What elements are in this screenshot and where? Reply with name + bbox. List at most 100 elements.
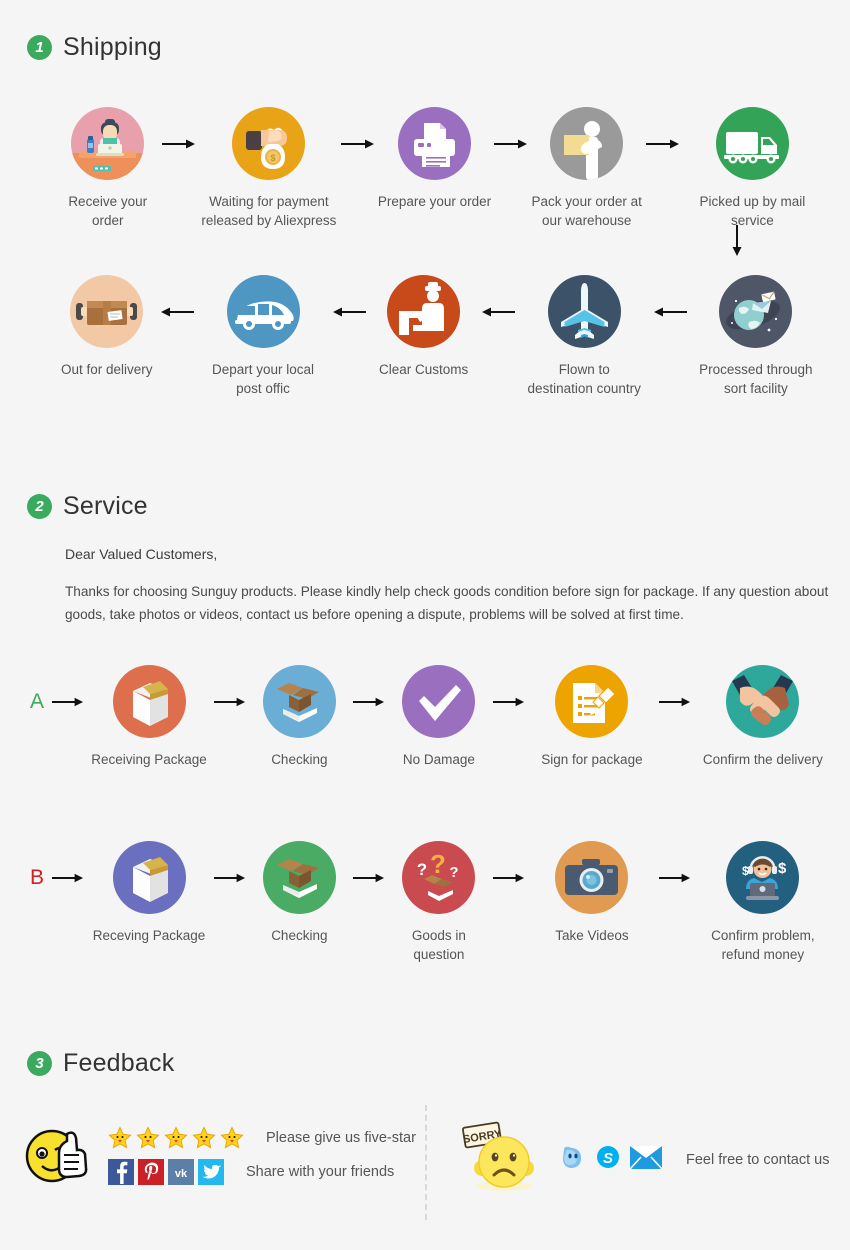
- section-badge-1: 1: [27, 35, 52, 60]
- camera-icon: [555, 841, 629, 914]
- step-caption: Confirm problem, refund money: [711, 928, 815, 963]
- handshake-icon: [726, 665, 800, 738]
- flow-arrow-left-icon: [331, 275, 366, 348]
- step-depart-your-local-post-office: Depart your local post offic: [195, 275, 331, 398]
- service-title: Service: [63, 492, 148, 520]
- email-icon[interactable]: [629, 1145, 663, 1174]
- flow-arrow-left-icon: [481, 275, 516, 348]
- step-caption: Prepare your order: [377, 194, 492, 209]
- rating-and-share-block: Please give us five-star vk Share with y…: [108, 1126, 416, 1185]
- step-receiving-package-a: Receiving Package: [89, 665, 209, 769]
- step-caption: Confirm the delivery: [702, 752, 823, 767]
- contact-icons[interactable]: S: [560, 1144, 663, 1175]
- svg-text:$: $: [742, 864, 749, 878]
- shipping-section-header: 1 Shipping: [27, 33, 162, 62]
- step-out-for-delivery: Out for delivery: [54, 275, 160, 379]
- svg-text:vk: vk: [175, 1168, 188, 1180]
- share-text: Share with your friends: [246, 1164, 395, 1180]
- down-arrow-icon: [731, 225, 743, 262]
- aliwangwang-icon[interactable]: [560, 1144, 586, 1175]
- step-confirm-problem-refund-money: $ $ Confirm problem, refund money: [696, 841, 830, 964]
- step-caption: Pack your order at our warehouse: [531, 194, 642, 229]
- flow-arrow-right-icon: [48, 841, 89, 914]
- flow-arrow-right-icon: [488, 665, 529, 738]
- warehouse-worker-icon: [550, 107, 624, 180]
- step-caption: Take Videos: [555, 928, 629, 943]
- svg-text:?: ?: [417, 860, 427, 879]
- service-flow-row-b: B Receving Package Checking ? ? ? Goods …: [30, 841, 830, 964]
- open-box-icon: [262, 665, 336, 738]
- step-checking-b: Checking: [250, 841, 348, 945]
- social-links[interactable]: vk: [108, 1159, 224, 1185]
- desk-worker-icon: [71, 107, 145, 180]
- section-badge-3: 3: [27, 1051, 52, 1076]
- truck-icon: [715, 107, 789, 180]
- star-rating[interactable]: [108, 1126, 244, 1150]
- flow-arrow-right-icon: [655, 665, 696, 738]
- step-caption: Clear Customs: [378, 362, 469, 377]
- money-bag-hand-icon: $: [232, 107, 306, 180]
- step-goods-in-question: ? ? ? Goods in question: [390, 841, 488, 964]
- step-caption: Receving Package: [92, 928, 206, 943]
- svg-text:$: $: [778, 860, 787, 877]
- step-caption: Receiving Package: [91, 752, 207, 767]
- parcel-delivery-icon: [70, 275, 144, 348]
- flow-arrow-right-icon: [655, 841, 696, 914]
- step-take-videos: Take Videos: [529, 841, 654, 945]
- twitter-icon[interactable]: [198, 1159, 224, 1185]
- flow-arrow-right-icon: [48, 665, 89, 738]
- step-no-damage: No Damage: [390, 665, 488, 769]
- delivery-van-icon: [226, 275, 300, 348]
- customs-officer-icon: [387, 275, 461, 348]
- step-caption: Checking: [271, 928, 328, 943]
- shipping-title: Shipping: [63, 33, 162, 61]
- step-caption: Picked up by mail service: [699, 194, 806, 229]
- step-picked-up-by-mail-service: Picked up by mail service: [681, 107, 824, 230]
- feedback-section-header: 3 Feedback: [27, 1049, 174, 1078]
- sign-document-icon: [555, 665, 629, 738]
- step-receive-your-order: Receive your order: [54, 107, 161, 230]
- sealed-box-icon: [112, 665, 186, 738]
- flow-arrow-left-icon: [652, 275, 688, 348]
- step-caption: Checking: [271, 752, 328, 767]
- sort-facility-globe-icon: [719, 275, 793, 348]
- row-label-b: B: [30, 865, 45, 889]
- star-icon: [164, 1126, 188, 1149]
- svg-text:S: S: [603, 1150, 613, 1167]
- flow-arrow-right-icon: [341, 107, 377, 180]
- flow-arrow-right-icon: [488, 841, 529, 914]
- step-caption: Goods in question: [411, 928, 466, 963]
- star-icon: [220, 1126, 244, 1149]
- step-caption: Receive your order: [68, 194, 148, 229]
- row-label-a: A: [30, 689, 45, 713]
- shipping-flow-row-2: Out for delivery Depart your local post …: [54, 275, 824, 398]
- feedback-right-group: SORRY S Feel free to contact us: [456, 1120, 829, 1199]
- step-receiving-package-b: Receving Package: [89, 841, 209, 945]
- step-clear-customs: Clear Customs: [366, 275, 480, 379]
- flow-arrow-right-icon: [349, 841, 390, 914]
- sorry-sad-face-icon: SORRY: [456, 1120, 542, 1199]
- svg-text:$: $: [271, 153, 276, 163]
- flow-arrow-right-icon: [349, 665, 390, 738]
- checkmark-icon: [402, 665, 476, 738]
- step-checking-a: Checking: [250, 665, 348, 769]
- step-caption: Processed through sort facility: [699, 362, 813, 397]
- vk-icon[interactable]: vk: [168, 1159, 194, 1185]
- service-flow-row-a: A Receiving Package Checking No Damage S…: [30, 665, 830, 769]
- support-agent-icon: $ $: [726, 841, 800, 914]
- feedback-left-group: Please give us five-star vk Share with y…: [22, 1122, 416, 1189]
- svg-text:?: ?: [450, 864, 459, 881]
- shipping-flow-row-1: Receive your order $ Waiting for payment…: [54, 107, 824, 230]
- skype-icon[interactable]: S: [595, 1144, 621, 1175]
- pinterest-icon[interactable]: [138, 1159, 164, 1185]
- five-star-text: Please give us five-star: [266, 1130, 416, 1146]
- step-processed-through-sort-facility: Processed through sort facility: [688, 275, 824, 398]
- shipping-service-infographic: 1 Shipping Receive your order $ Waiting …: [0, 0, 850, 1250]
- facebook-icon[interactable]: [108, 1159, 134, 1185]
- step-confirm-the-delivery: Confirm the delivery: [696, 665, 830, 769]
- flow-arrow-right-icon: [209, 841, 250, 914]
- flow-arrow-right-icon: [493, 107, 529, 180]
- flow-arrow-right-icon: [161, 107, 197, 180]
- star-icon: [192, 1126, 216, 1149]
- step-waiting-for-payment: $ Waiting for payment released by Aliexp…: [197, 107, 340, 230]
